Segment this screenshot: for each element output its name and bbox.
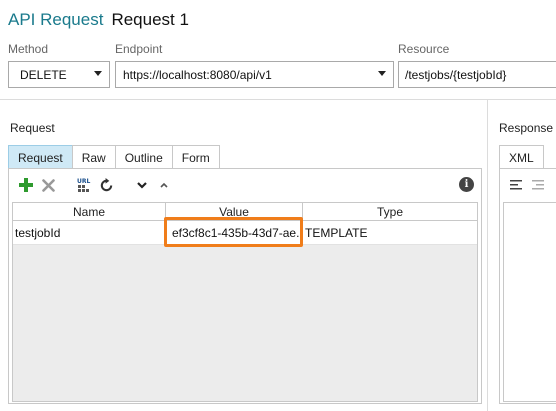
info-icon[interactable]: i [459, 177, 474, 192]
svg-text:URL: URL [77, 178, 90, 185]
pane-splitter[interactable] [487, 100, 488, 411]
url-encode-icon[interactable]: URL [74, 175, 94, 195]
method-label: Method [8, 42, 49, 56]
move-down-icon[interactable] [132, 175, 152, 195]
refresh-icon[interactable] [96, 175, 116, 195]
add-icon[interactable] [16, 175, 36, 195]
request-tabs: Request Raw Outline Form [8, 145, 220, 169]
move-up-icon[interactable] [154, 175, 174, 195]
align-justify-icon[interactable] [532, 180, 544, 190]
column-header-type[interactable]: Type [303, 203, 477, 220]
request-toolbar: URL i [9, 169, 481, 201]
value-highlight-box [164, 217, 303, 247]
chevron-down-icon [378, 71, 386, 76]
tab-outline[interactable]: Outline [114, 145, 173, 169]
response-section-label: Response [499, 121, 554, 135]
align-left-icon[interactable] [510, 180, 522, 190]
response-panel [499, 168, 556, 404]
chevron-down-icon [94, 71, 102, 76]
endpoint-label: Endpoint [115, 42, 163, 56]
request-name: Request 1 [111, 10, 189, 29]
tab-request[interactable]: Request [8, 145, 73, 169]
column-header-name[interactable]: Name [13, 203, 166, 220]
method-dropdown[interactable]: DELETE [8, 61, 110, 88]
header-divider [0, 99, 556, 100]
tab-form[interactable]: Form [171, 145, 220, 169]
param-name-cell[interactable]: testjobId [13, 221, 166, 244]
request-section-label: Request [10, 121, 55, 135]
request-panel: URL i Name Value Type testjobId ef3cf8c1… [8, 168, 482, 404]
response-content-area[interactable] [503, 202, 556, 402]
tab-raw[interactable]: Raw [71, 145, 116, 169]
resource-label: Resource [398, 42, 450, 56]
endpoint-dropdown[interactable]: https://localhost:8080/api/v1 [115, 61, 394, 88]
resource-input[interactable]: /testjobs/{testjobId} [398, 61, 556, 88]
endpoint-value: https://localhost:8080/api/v1 [123, 67, 272, 82]
param-type-cell[interactable]: TEMPLATE [303, 221, 477, 244]
resource-value: /testjobs/{testjobId} [405, 67, 507, 82]
method-value: DELETE [20, 67, 67, 82]
window-title: API Request [8, 10, 104, 29]
title-bar: API Request Request 1 [8, 10, 189, 34]
tab-xml[interactable]: XML [499, 145, 544, 169]
delete-icon[interactable] [38, 175, 58, 195]
